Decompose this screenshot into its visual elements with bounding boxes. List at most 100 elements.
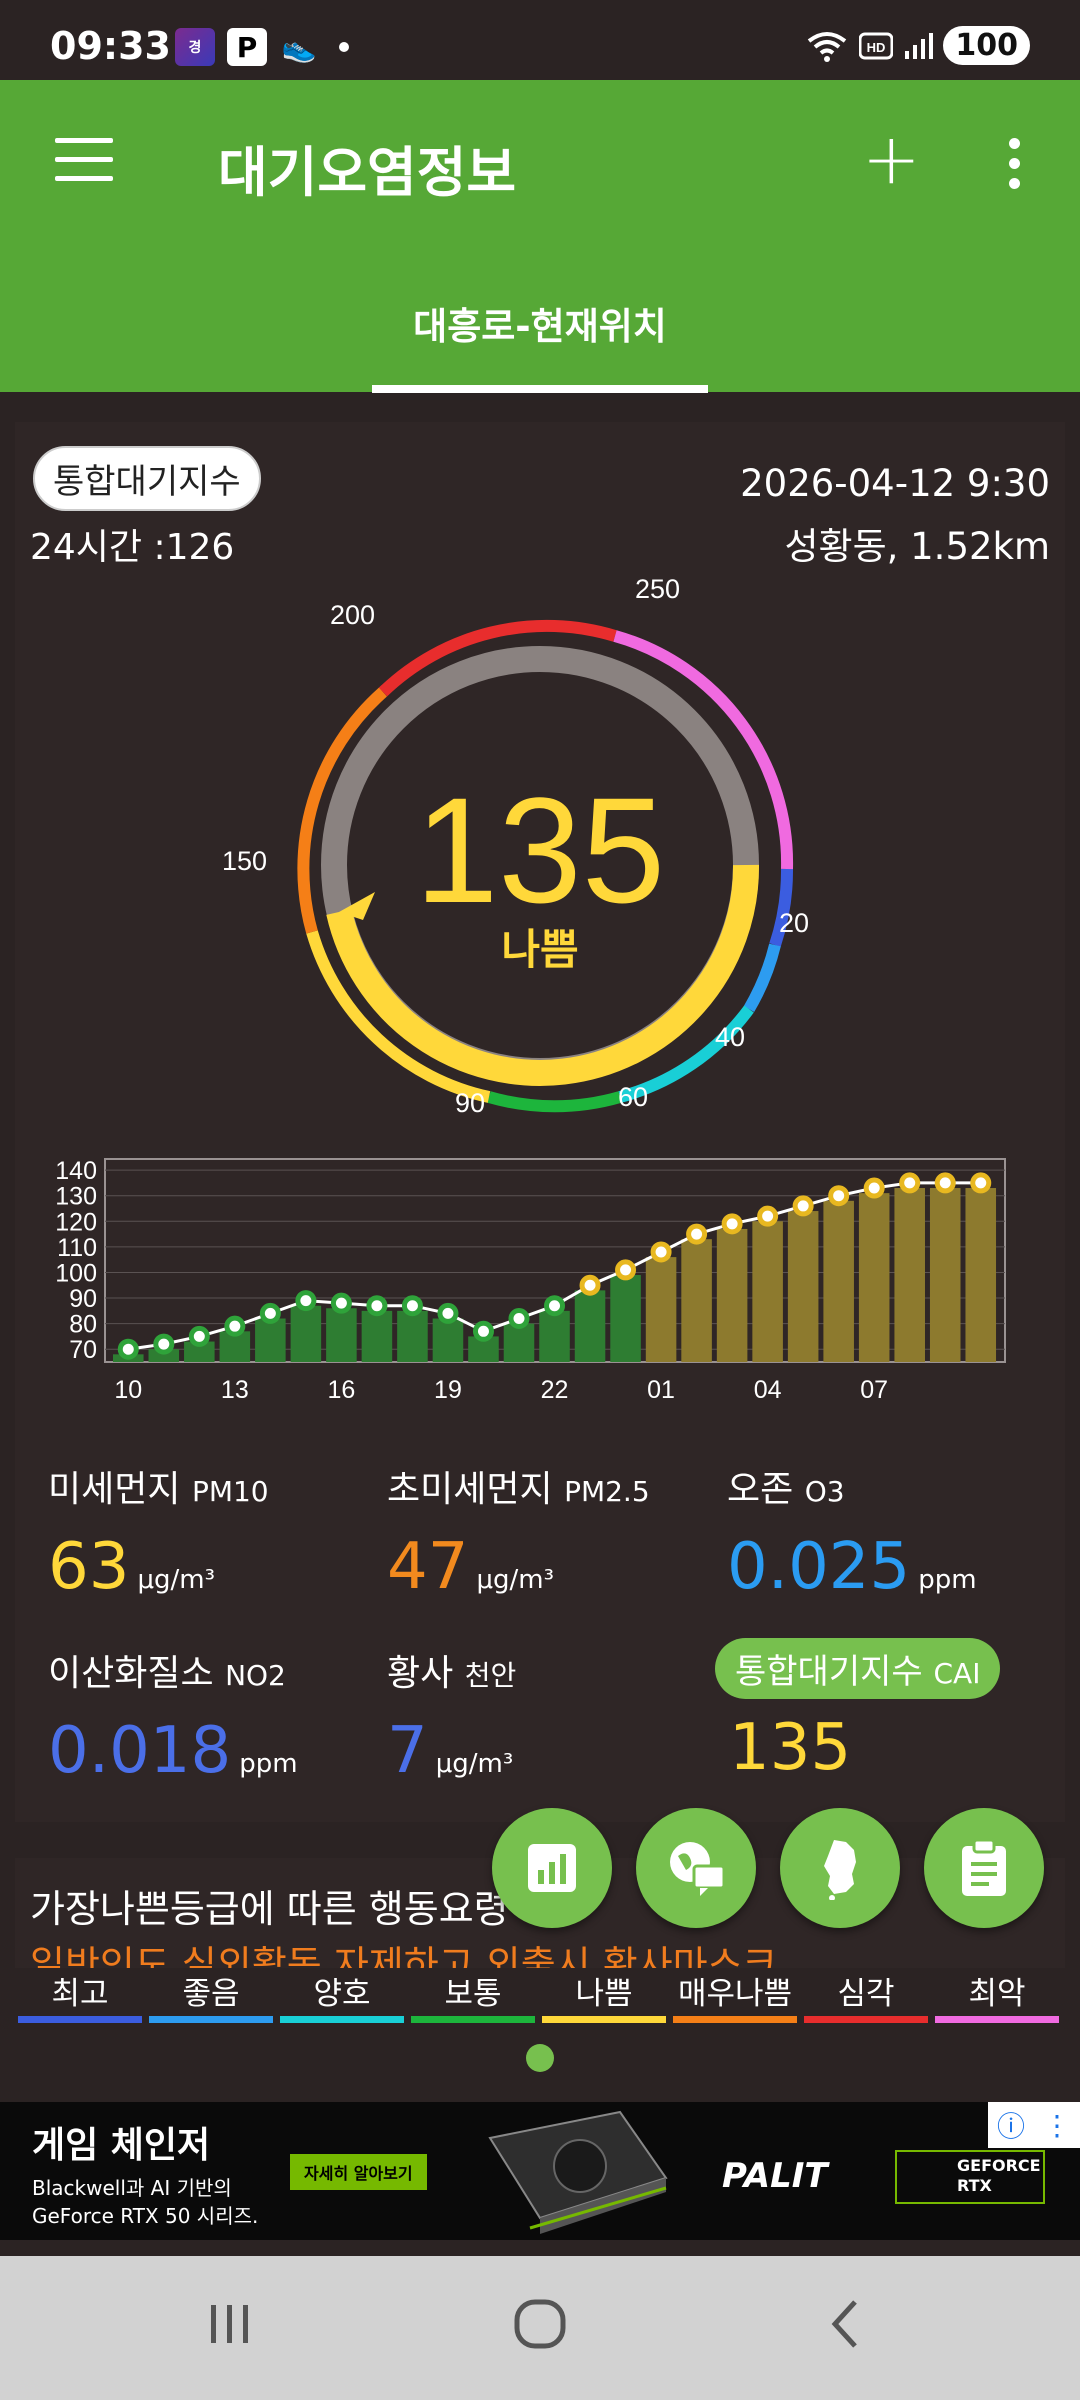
gauge-tick-90: 90 [455,1088,485,1118]
app-bar: 대기오염정보 + 대흥로-현재위치 [0,80,1080,393]
menu-icon[interactable] [55,138,113,182]
pm10-unit: μg/m³ [137,1565,215,1595]
clipboard-icon [962,1838,1006,1896]
trend-bar [326,1308,357,1362]
ad-choices[interactable]: ⓘ ⋮ [988,2102,1080,2148]
gpu-image [488,2110,668,2234]
back-icon [831,2300,857,2348]
recent-apps-icon [211,2305,248,2343]
trend-point [863,1177,885,1199]
parking-icon: P [227,28,267,66]
wifi-icon [808,31,847,62]
status-bar: 09:33 경 P 👟 HD 100 [0,0,1080,80]
trend-y-tick: 110 [57,1234,97,1262]
legend-label-good: 좋음 [182,1976,240,2012]
hd-icon: HD [859,32,894,59]
tab-current-location[interactable]: 대흥로-현재위치 [372,296,708,350]
dust-name: 황사 [387,1653,454,1694]
trend-point [259,1302,281,1324]
dust-tag: 천안 [464,1659,517,1692]
status-icons-right: HD 100 [805,26,1030,65]
geforce-logo: GEFORCE RTX [895,2150,1045,2204]
cai-value: 135 [729,1711,852,1785]
trend-x-tick: 13 [221,1376,249,1404]
trend-bar [397,1310,428,1362]
trend-y-tick: 130 [55,1183,97,1211]
trend-x-tick: 22 [541,1376,569,1404]
no2-card[interactable]: 이산화질소 NO2 0.018 ppm [48,1644,298,1788]
status-icons-left: 경 P 👟 [175,28,349,66]
no2-value: 0.018 [48,1714,232,1788]
legend-bar-worst [935,2016,1059,2023]
shoe-icon: 👟 [281,30,317,64]
pm25-unit: μg/m³ [476,1565,554,1595]
trend-bar [929,1188,961,1362]
recent-apps-button[interactable] [200,2294,260,2354]
trend-bar [574,1290,606,1362]
battery-icon: 100 [943,26,1030,65]
add-icon[interactable]: + [862,124,921,194]
trend-point [828,1185,850,1207]
trend-y-tick: 70 [69,1336,97,1364]
trend-point [295,1290,317,1312]
trend-point [615,1259,637,1281]
map-chat-icon [670,1842,726,1896]
ad-sub-line1: Blackwell과 AI 기반의 [32,2176,232,2200]
legend-bar-severe [804,2016,928,2023]
trend-chart: 140130120110100908070 10 13 16 19 22 01 04 07 [55,1157,1006,1404]
trend-bar [645,1257,677,1362]
chart-button[interactable] [492,1808,612,1928]
trend-bar [716,1228,748,1362]
gauge-tick-20: 20 [779,908,809,938]
korea-map-button[interactable] [780,1808,900,1928]
o3-name: 오존 [727,1469,794,1510]
chart-icon [528,1844,576,1892]
trend-y-tick: 100 [55,1259,97,1287]
trend-point [650,1241,672,1263]
trend-point [686,1223,708,1245]
o3-card[interactable]: 오존 O3 0.025 ppm [727,1460,977,1604]
back-button[interactable] [815,2294,875,2354]
info-icon[interactable]: ⓘ [997,2105,1025,2145]
page-indicator [526,2044,554,2072]
ad-more-icon[interactable]: ⋮ [1043,2109,1071,2142]
trend-bar [858,1193,890,1362]
trend-bar [787,1211,819,1362]
trend-point [117,1338,139,1360]
ad-banner[interactable]: 게임 체인저 Blackwell과 AI 기반의 GeForce RTX 50 … [0,2102,1080,2240]
home-button[interactable] [505,2294,575,2354]
clipboard-button[interactable] [924,1808,1044,1928]
dust-card[interactable]: 황사 천안 7 μg/m³ [387,1644,516,1788]
trend-point [508,1308,530,1330]
trend-point [579,1274,601,1296]
trend-point [366,1295,388,1317]
no2-tag: NO2 [225,1659,286,1692]
legend-label-fair: 양호 [313,1976,371,2012]
legend-bar-fair [280,2016,404,2023]
legend-bar-very-bad [673,2016,797,2023]
gauge-tick-250: 250 [635,574,680,604]
trend-point [934,1172,956,1194]
cai-chip[interactable]: 통합대기지수 [33,446,261,511]
pm25-card[interactable]: 초미세먼지 PM2.5 47 μg/m³ [387,1460,650,1604]
trend-bar [539,1310,570,1362]
more-options-icon[interactable] [1004,138,1024,198]
trend-bar [681,1239,712,1362]
pm10-card[interactable]: 미세먼지 PM10 63 μg/m³ [48,1460,269,1604]
trend-y-tick: 90 [69,1285,97,1313]
trend-bar [255,1318,286,1362]
palit-logo: PALIT [722,2156,828,2196]
ad-learn-more-button[interactable]: 자세히 알아보기 [290,2154,427,2190]
main-card: 통합대기지수 24시간 :126 2026-04-12 9:30 성황동, 1.… [15,422,1065,1822]
trend-y-tick: 140 [55,1157,97,1185]
pm10-name: 미세먼지 [48,1469,181,1510]
legend-label-worst: 최악 [968,1976,1026,2012]
map-chat-button[interactable] [636,1808,756,1928]
no2-name: 이산화질소 [48,1653,214,1694]
trend-bar [610,1275,641,1362]
trend-point [472,1320,494,1342]
gauge-tick-150: 150 [222,846,267,876]
trend-x-tick: 10 [114,1376,142,1404]
cai-card[interactable]: 통합대기지수 CAI 135 [715,1638,1001,1785]
trend-point [899,1172,921,1194]
